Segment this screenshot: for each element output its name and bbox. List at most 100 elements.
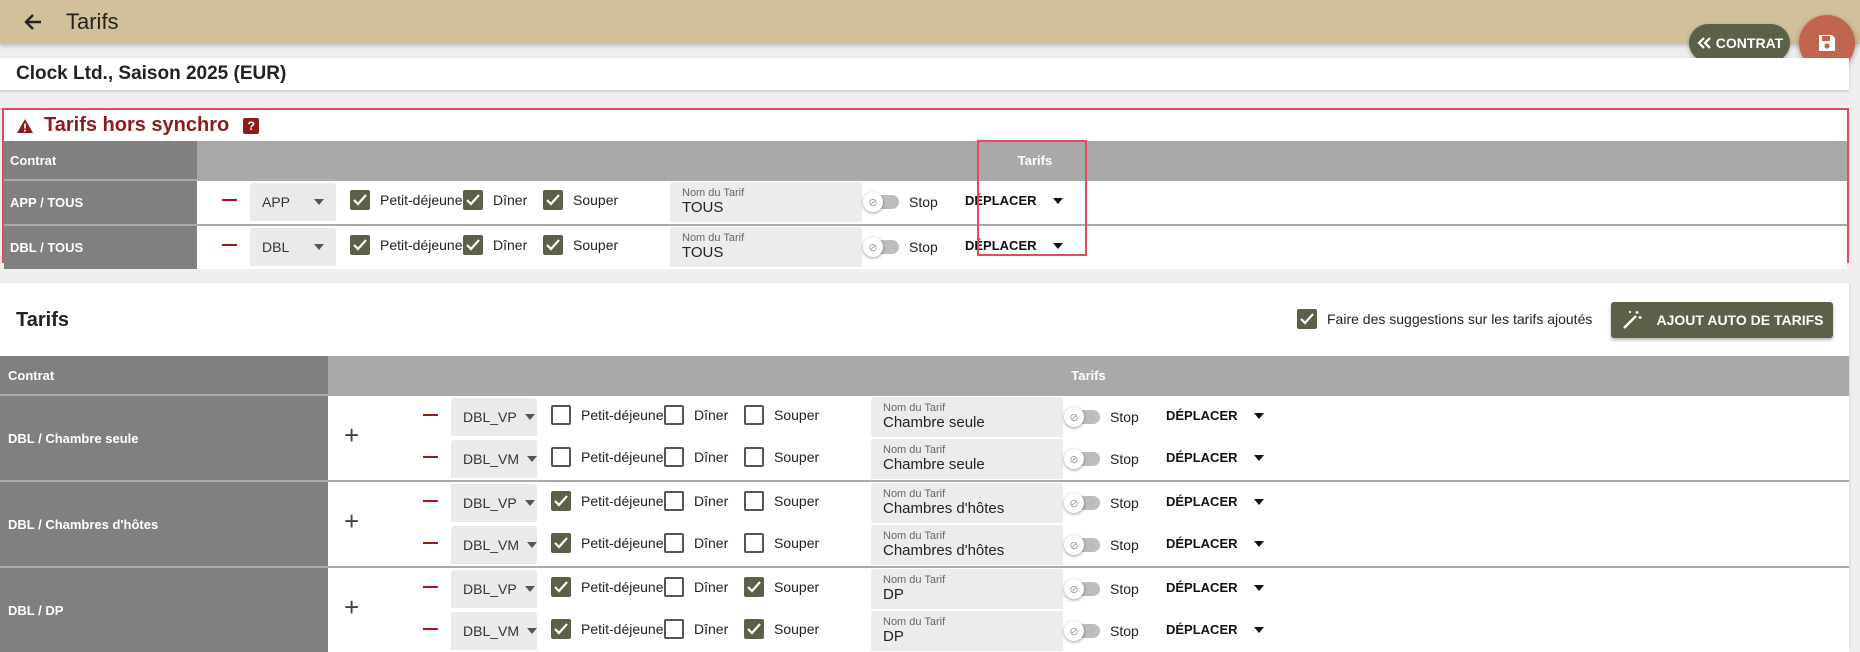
dinner-option[interactable]: Dîner (664, 533, 728, 553)
room-type-select[interactable]: DBL_VM (451, 526, 538, 564)
breakfast-option[interactable]: Petit-déjeuner (350, 235, 467, 255)
tarif-name-field[interactable]: Nom du Tarif DP (871, 611, 1063, 651)
breakfast-checkbox[interactable] (551, 619, 571, 639)
move-dropdown[interactable]: DÉPLACER (1166, 408, 1264, 423)
breakfast-checkbox[interactable] (350, 190, 370, 210)
stop-toggle[interactable]: ⊘ Stop (1064, 449, 1139, 469)
tarif-name-field[interactable]: Nom du Tarif DP (871, 569, 1063, 609)
supper-checkbox[interactable] (543, 190, 563, 210)
room-type-select[interactable]: DBL_VP (451, 570, 537, 608)
dinner-option[interactable]: Dîner (664, 405, 728, 425)
stop-toggle[interactable]: ⊘ Stop (1064, 407, 1139, 427)
remove-tarif-button[interactable] (423, 586, 438, 588)
back-button[interactable] (18, 7, 48, 37)
room-type-select[interactable]: DBL_VM (451, 440, 538, 478)
remove-tarif-button[interactable] (423, 542, 438, 544)
dinner-option[interactable]: Dîner (463, 190, 527, 210)
breakfast-checkbox[interactable] (551, 447, 571, 467)
dinner-checkbox[interactable] (664, 577, 684, 597)
tarif-name-field[interactable]: Nom du Tarif Chambres d'hôtes (871, 483, 1063, 523)
dinner-option[interactable]: Dîner (664, 577, 728, 597)
supper-checkbox[interactable] (744, 491, 764, 511)
stop-toggle[interactable]: ⊘ Stop (1064, 535, 1139, 555)
stop-toggle[interactable]: ⊘ Stop (863, 237, 938, 257)
room-type-select[interactable]: DBL_VP (451, 484, 537, 522)
tarif-name-field[interactable]: Nom du Tarif TOUS (670, 182, 862, 222)
remove-tarif-button[interactable] (423, 628, 438, 630)
room-type-select[interactable]: DBL_VP (451, 398, 537, 436)
breakfast-checkbox[interactable] (551, 533, 571, 553)
remove-tarif-button[interactable] (423, 456, 438, 458)
tarif-name-field[interactable]: Nom du Tarif TOUS (670, 227, 862, 267)
move-dropdown[interactable]: DÉPLACER (1166, 622, 1264, 637)
supper-option[interactable]: Souper (744, 405, 819, 425)
out-of-sync-panel: Tarifs hors synchro ? Contrat Tarifs APP… (2, 108, 1849, 269)
tarif-name-field[interactable]: Nom du Tarif Chambre seule (871, 397, 1063, 437)
dinner-checkbox[interactable] (463, 190, 483, 210)
dinner-checkbox[interactable] (664, 533, 684, 553)
dinner-option[interactable]: Dîner (664, 619, 728, 639)
supper-option[interactable]: Souper (543, 235, 618, 255)
dinner-checkbox[interactable] (463, 235, 483, 255)
supper-option[interactable]: Souper (744, 619, 819, 639)
tarif-name-field[interactable]: Nom du Tarif Chambre seule (871, 439, 1063, 479)
supper-checkbox[interactable] (744, 577, 764, 597)
supper-checkbox[interactable] (744, 619, 764, 639)
add-tarif-button[interactable]: + (344, 594, 359, 620)
supper-option[interactable]: Souper (744, 533, 819, 553)
remove-tarif-button[interactable] (423, 414, 438, 416)
breakfast-option[interactable]: Petit-déjeuner (551, 491, 668, 511)
breakfast-checkbox[interactable] (350, 235, 370, 255)
dinner-option[interactable]: Dîner (664, 491, 728, 511)
breakfast-option[interactable]: Petit-déjeuner (551, 619, 668, 639)
supper-option[interactable]: Souper (744, 447, 819, 467)
remove-tarif-button[interactable] (222, 244, 237, 246)
dinner-checkbox[interactable] (664, 447, 684, 467)
supper-checkbox[interactable] (744, 447, 764, 467)
dinner-option[interactable]: Dîner (463, 235, 527, 255)
add-tarif-button[interactable]: + (344, 508, 359, 534)
dinner-option[interactable]: Dîner (664, 447, 728, 467)
breakfast-option[interactable]: Petit-déjeuner (551, 447, 668, 467)
dinner-label: Dîner (694, 449, 729, 465)
dinner-checkbox[interactable] (664, 405, 684, 425)
move-dropdown[interactable]: DÉPLACER (1166, 580, 1264, 595)
stop-toggle[interactable]: ⊘ Stop (1064, 579, 1139, 599)
breakfast-option[interactable]: Petit-déjeuner (551, 577, 668, 597)
dinner-checkbox[interactable] (664, 491, 684, 511)
tarif-name-label: Nom du Tarif (883, 488, 946, 500)
remove-tarif-button[interactable] (423, 500, 438, 502)
stop-toggle[interactable]: ⊘ Stop (1064, 493, 1139, 513)
room-type-select[interactable]: DBL (250, 228, 336, 266)
supper-option[interactable]: Souper (744, 577, 819, 597)
move-dropdown[interactable]: DÉPLACER (1166, 536, 1264, 551)
dinner-checkbox[interactable] (664, 619, 684, 639)
suggestions-checkbox[interactable] (1297, 309, 1317, 329)
room-type-select[interactable]: DBL_VM (451, 612, 538, 650)
breakfast-option[interactable]: Petit-déjeuner (350, 190, 467, 210)
breakfast-option[interactable]: Petit-déjeuner (551, 533, 668, 553)
help-icon[interactable]: ? (243, 117, 260, 134)
breakfast-checkbox[interactable] (551, 491, 571, 511)
room-type-select[interactable]: APP (250, 183, 336, 221)
supper-option[interactable]: Souper (543, 190, 618, 210)
add-tarif-button[interactable]: + (344, 422, 359, 448)
stop-toggle[interactable]: ⊘ Stop (1064, 621, 1139, 641)
remove-tarif-button[interactable] (222, 199, 237, 201)
tarif-name-field[interactable]: Nom du Tarif Chambres d'hôtes (871, 525, 1063, 565)
supper-checkbox[interactable] (543, 235, 563, 255)
stop-toggle[interactable]: ⊘ Stop (863, 192, 938, 212)
column-contrat: Contrat (4, 141, 197, 179)
auto-add-tarifs-button[interactable]: AJOUT AUTO DE TARIFS (1611, 302, 1833, 338)
move-dropdown[interactable]: DÉPLACER (1166, 494, 1264, 509)
breakfast-checkbox[interactable] (551, 577, 571, 597)
supper-checkbox[interactable] (744, 405, 764, 425)
move-label: DÉPLACER (1166, 536, 1238, 551)
supper-checkbox[interactable] (744, 533, 764, 553)
supper-option[interactable]: Souper (744, 491, 819, 511)
suggestions-toggle[interactable]: Faire des suggestions sur les tarifs ajo… (1297, 309, 1592, 329)
breakfast-option[interactable]: Petit-déjeuner (551, 405, 668, 425)
breakfast-checkbox[interactable] (551, 405, 571, 425)
contrat-button[interactable]: CONTRAT (1689, 24, 1790, 62)
move-dropdown[interactable]: DÉPLACER (1166, 450, 1264, 465)
